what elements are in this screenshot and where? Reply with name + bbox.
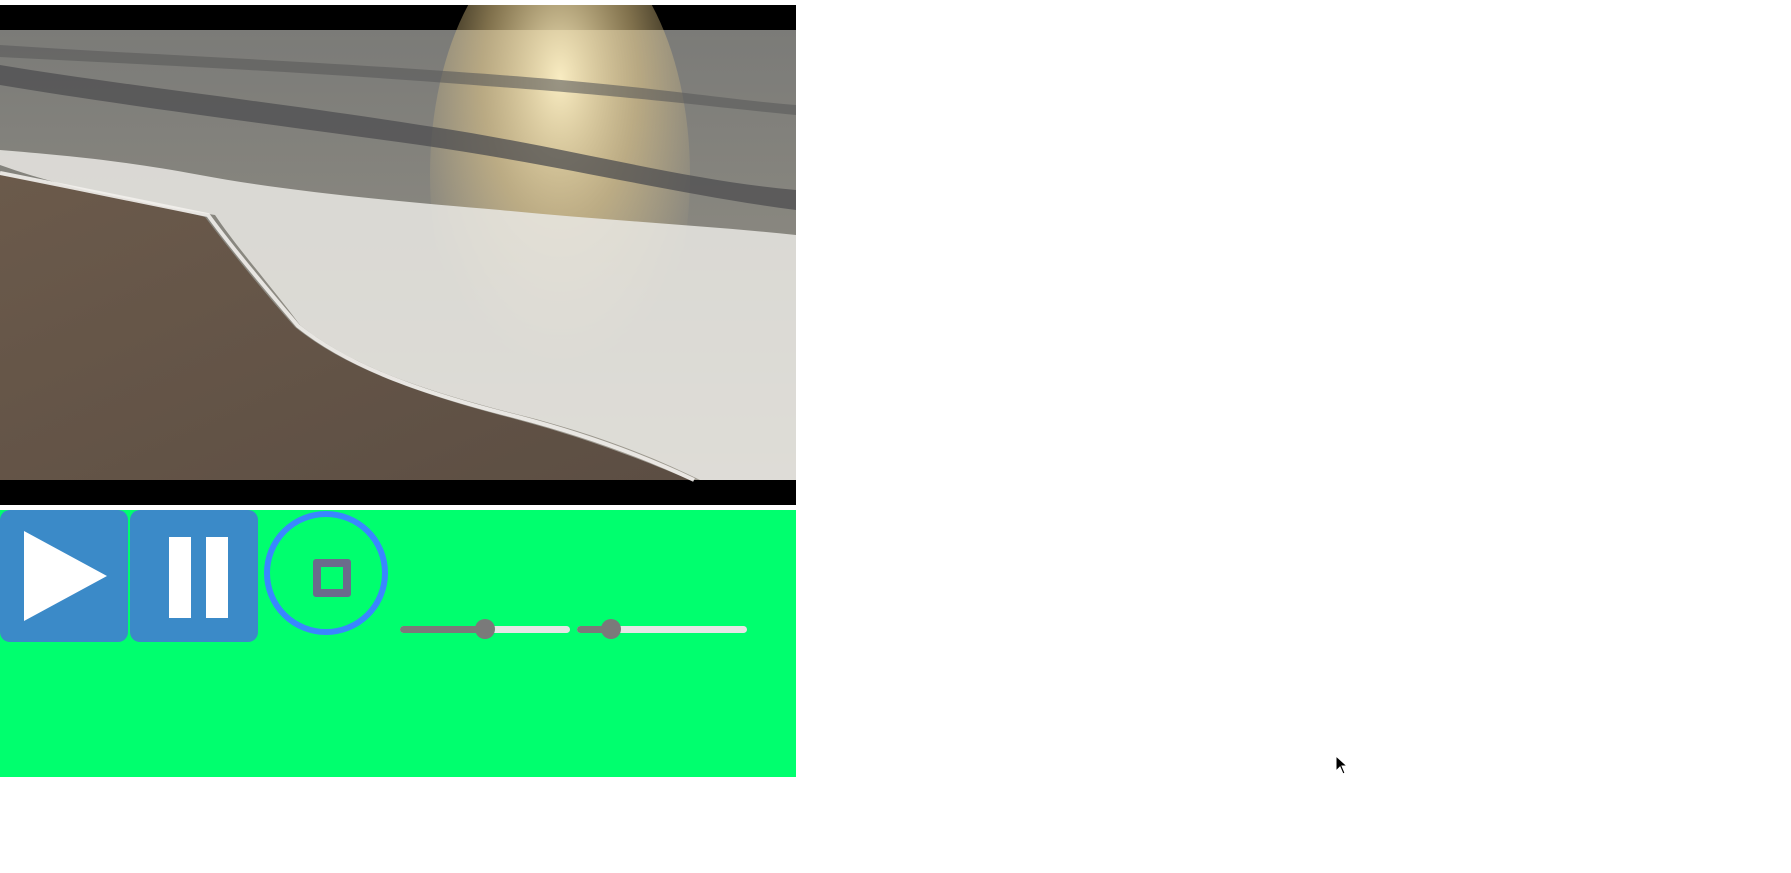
seek-slider[interactable] — [400, 619, 570, 639]
letterbox-top — [0, 5, 796, 30]
player-controls — [0, 510, 796, 777]
slider-thumb[interactable] — [601, 619, 621, 639]
stop-icon — [313, 559, 351, 597]
mouse-pointer-icon — [1335, 755, 1349, 775]
play-button[interactable] — [0, 510, 128, 642]
page — [0, 0, 1791, 873]
letterbox-bottom — [0, 480, 796, 505]
pause-button[interactable] — [130, 510, 258, 642]
slider-fill — [400, 626, 485, 633]
slider-thumb[interactable] — [475, 619, 495, 639]
volume-slider[interactable] — [577, 619, 747, 639]
play-icon — [24, 531, 107, 621]
stop-button[interactable] — [264, 511, 388, 635]
pause-bar-right — [206, 537, 228, 618]
video-player[interactable] — [0, 5, 796, 505]
pause-bar-left — [169, 537, 191, 618]
video-frame — [0, 5, 796, 505]
